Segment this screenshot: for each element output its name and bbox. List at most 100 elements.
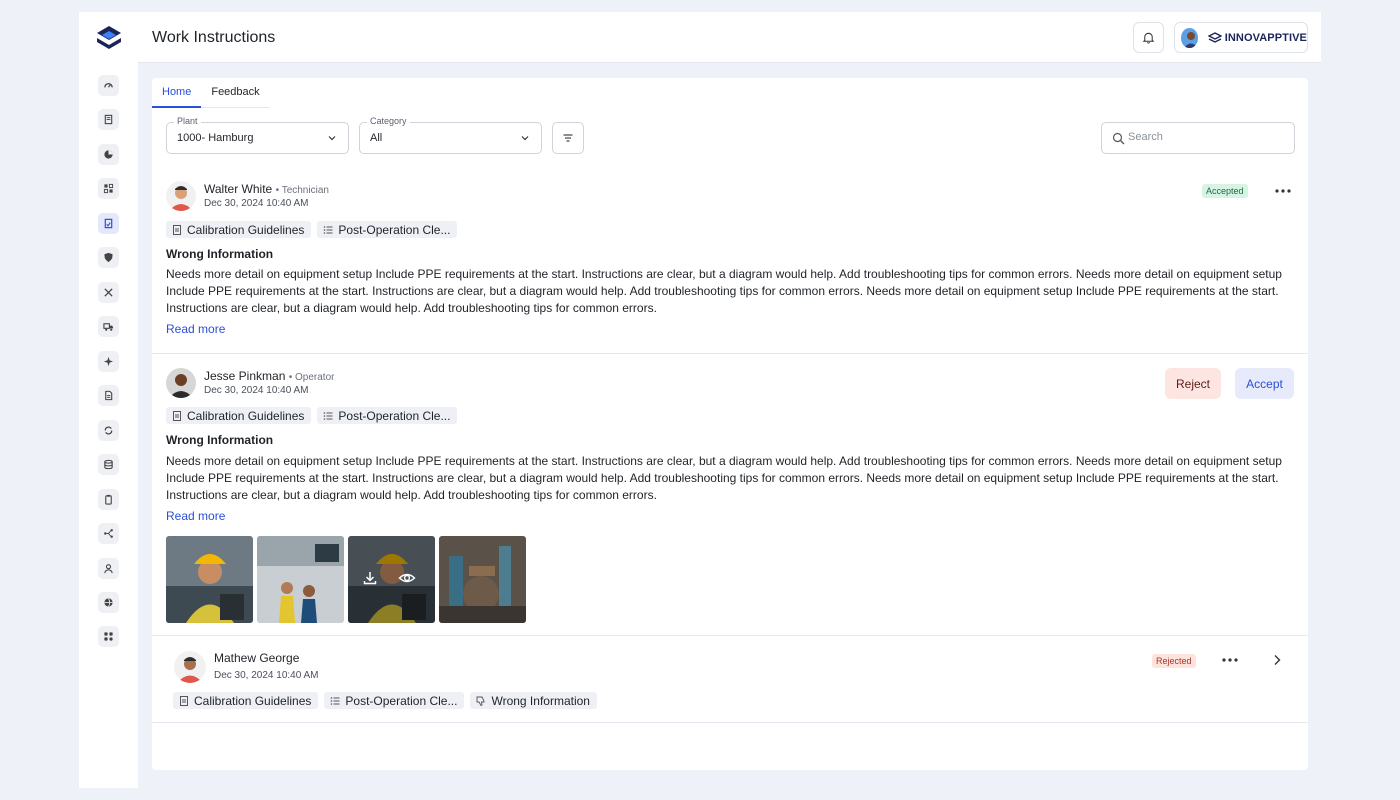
document-icon bbox=[173, 410, 181, 421]
reject-button[interactable]: Reject bbox=[1165, 368, 1221, 399]
category-label: Category bbox=[367, 116, 410, 126]
user-name: Jesse Pinkman bbox=[204, 369, 286, 383]
chevron-down-icon bbox=[521, 136, 529, 141]
gauge-icon[interactable] bbox=[98, 75, 119, 96]
user-name-line: Jesse Pinkman • Operator bbox=[204, 369, 335, 383]
feedback-body: Needs more detail on equipment setup Inc… bbox=[166, 267, 1282, 315]
tag-list: Calibration Guidelines Post-Operation Cl… bbox=[173, 692, 597, 709]
grid-icon[interactable] bbox=[98, 178, 119, 199]
status-badge: Rejected bbox=[1152, 654, 1196, 668]
document-icon bbox=[173, 224, 181, 235]
timestamp: Dec 30, 2024 10:40 AM bbox=[214, 670, 319, 681]
app-window: Work Instructions INNOVAPPTIVE Home Feed… bbox=[79, 12, 1321, 788]
document-icon bbox=[180, 695, 188, 706]
user-icon[interactable] bbox=[98, 558, 119, 579]
tag-chip[interactable]: Post-Operation Cle... bbox=[324, 692, 465, 709]
user-name: Walter White bbox=[204, 182, 273, 196]
work-instructions-icon[interactable] bbox=[98, 213, 119, 234]
tag-label: Post-Operation Cle... bbox=[345, 693, 458, 708]
plant-select[interactable]: Plant 1000- Hamburg bbox=[166, 116, 349, 154]
tag-chip[interactable]: Calibration Guidelines bbox=[173, 692, 319, 709]
more-options-icon[interactable] bbox=[1274, 188, 1292, 194]
tag-label: Calibration Guidelines bbox=[187, 222, 305, 237]
bell-icon bbox=[1142, 32, 1155, 44]
top-header: Work Instructions INNOVAPPTIVE bbox=[138, 12, 1321, 63]
feedback-entry: Jesse Pinkman • Operator Dec 30, 2024 10… bbox=[152, 354, 1308, 636]
attachment-thumbnail[interactable] bbox=[439, 536, 526, 623]
search-box bbox=[1101, 122, 1295, 154]
pie-chart-icon[interactable] bbox=[98, 144, 119, 165]
timestamp: Dec 30, 2024 10:40 AM bbox=[204, 385, 309, 396]
brand-name: INNOVAPPTIVE bbox=[1224, 31, 1307, 44]
chevron-right-icon[interactable] bbox=[1270, 653, 1284, 667]
plant-label: Plant bbox=[174, 116, 201, 126]
attachment-thumbnail[interactable] bbox=[348, 536, 435, 623]
filter-icon bbox=[563, 134, 573, 142]
attachment-thumbnail[interactable] bbox=[257, 536, 344, 623]
accept-button[interactable]: Accept bbox=[1235, 368, 1294, 399]
tab-feedback[interactable]: Feedback bbox=[201, 82, 269, 108]
category-value: All bbox=[370, 132, 383, 144]
tag-list: Calibration Guidelines Post-Operation Cl… bbox=[166, 407, 458, 424]
profile-button[interactable]: INNOVAPPTIVE bbox=[1174, 22, 1308, 53]
download-icon[interactable] bbox=[362, 570, 378, 586]
read-more-link[interactable]: Read more bbox=[166, 322, 225, 336]
chevron-down-icon bbox=[328, 136, 336, 141]
tag-list: Calibration Guidelines Post-Operation Cl… bbox=[166, 221, 458, 238]
timestamp: Dec 30, 2024 10:40 AM bbox=[204, 198, 309, 209]
tag-chip[interactable]: Calibration Guidelines bbox=[166, 407, 312, 424]
refresh-icon[interactable] bbox=[98, 420, 119, 441]
clipboard-icon[interactable] bbox=[98, 489, 119, 510]
file-icon[interactable] bbox=[98, 385, 119, 406]
search-input[interactable] bbox=[1128, 131, 1288, 143]
sidebar bbox=[79, 12, 138, 788]
read-more-link[interactable]: Read more bbox=[166, 509, 225, 523]
feedback-title: Wrong Information bbox=[166, 433, 274, 447]
filter-button[interactable] bbox=[552, 122, 584, 154]
tag-label: Wrong Information bbox=[491, 693, 590, 708]
truck-icon[interactable] bbox=[98, 316, 119, 337]
feedback-entry: Mathew George Dec 30, 2024 10:40 AM Reje… bbox=[152, 636, 1308, 723]
status-badge: Accepted bbox=[1202, 184, 1248, 198]
user-role: Operator bbox=[295, 372, 335, 383]
tools-icon[interactable] bbox=[98, 282, 119, 303]
list-icon bbox=[324, 225, 333, 234]
search-icon bbox=[1112, 132, 1125, 145]
user-name: Mathew George bbox=[214, 651, 300, 665]
list-icon bbox=[331, 696, 340, 705]
feedback-entry: Walter White • Technician Dec 30, 2024 1… bbox=[152, 174, 1308, 354]
tag-label: Calibration Guidelines bbox=[187, 408, 305, 423]
tag-chip[interactable]: Wrong Information bbox=[470, 692, 597, 709]
tag-chip[interactable]: Post-Operation Cle... bbox=[317, 221, 458, 238]
apps-icon[interactable] bbox=[98, 626, 119, 647]
brand-mark-icon bbox=[1207, 31, 1222, 43]
document-icon[interactable] bbox=[98, 109, 119, 130]
more-options-icon[interactable] bbox=[1221, 657, 1239, 663]
feedback-title: Wrong Information bbox=[166, 247, 274, 261]
app-logo[interactable] bbox=[95, 24, 123, 52]
globe-icon[interactable] bbox=[98, 592, 119, 613]
user-role: Technician bbox=[281, 185, 329, 196]
avatar bbox=[174, 651, 206, 683]
sparkle-icon[interactable] bbox=[98, 351, 119, 372]
avatar bbox=[1181, 27, 1198, 48]
main-panel: Home Feedback Plant 1000- Hamburg Catego… bbox=[152, 78, 1308, 770]
attachment-gallery bbox=[166, 536, 546, 623]
shield-icon[interactable] bbox=[98, 247, 119, 268]
tab-bar: Home Feedback bbox=[152, 82, 270, 108]
tag-chip[interactable]: Post-Operation Cle... bbox=[317, 407, 458, 424]
list-icon bbox=[324, 411, 333, 420]
database-icon[interactable] bbox=[98, 454, 119, 475]
user-name-line: Walter White • Technician bbox=[204, 182, 329, 196]
eye-icon[interactable] bbox=[398, 570, 416, 586]
tag-label: Post-Operation Cle... bbox=[338, 408, 451, 423]
feedback-body: Needs more detail on equipment setup Inc… bbox=[166, 454, 1282, 502]
category-select[interactable]: Category All bbox=[359, 116, 542, 154]
page-title: Work Instructions bbox=[152, 29, 276, 46]
tag-chip[interactable]: Calibration Guidelines bbox=[166, 221, 312, 238]
flow-icon[interactable] bbox=[98, 523, 119, 544]
thumbs-down-icon bbox=[477, 696, 485, 706]
attachment-thumbnail[interactable] bbox=[166, 536, 253, 623]
notifications-button[interactable] bbox=[1133, 22, 1164, 53]
tab-home[interactable]: Home bbox=[152, 82, 202, 108]
